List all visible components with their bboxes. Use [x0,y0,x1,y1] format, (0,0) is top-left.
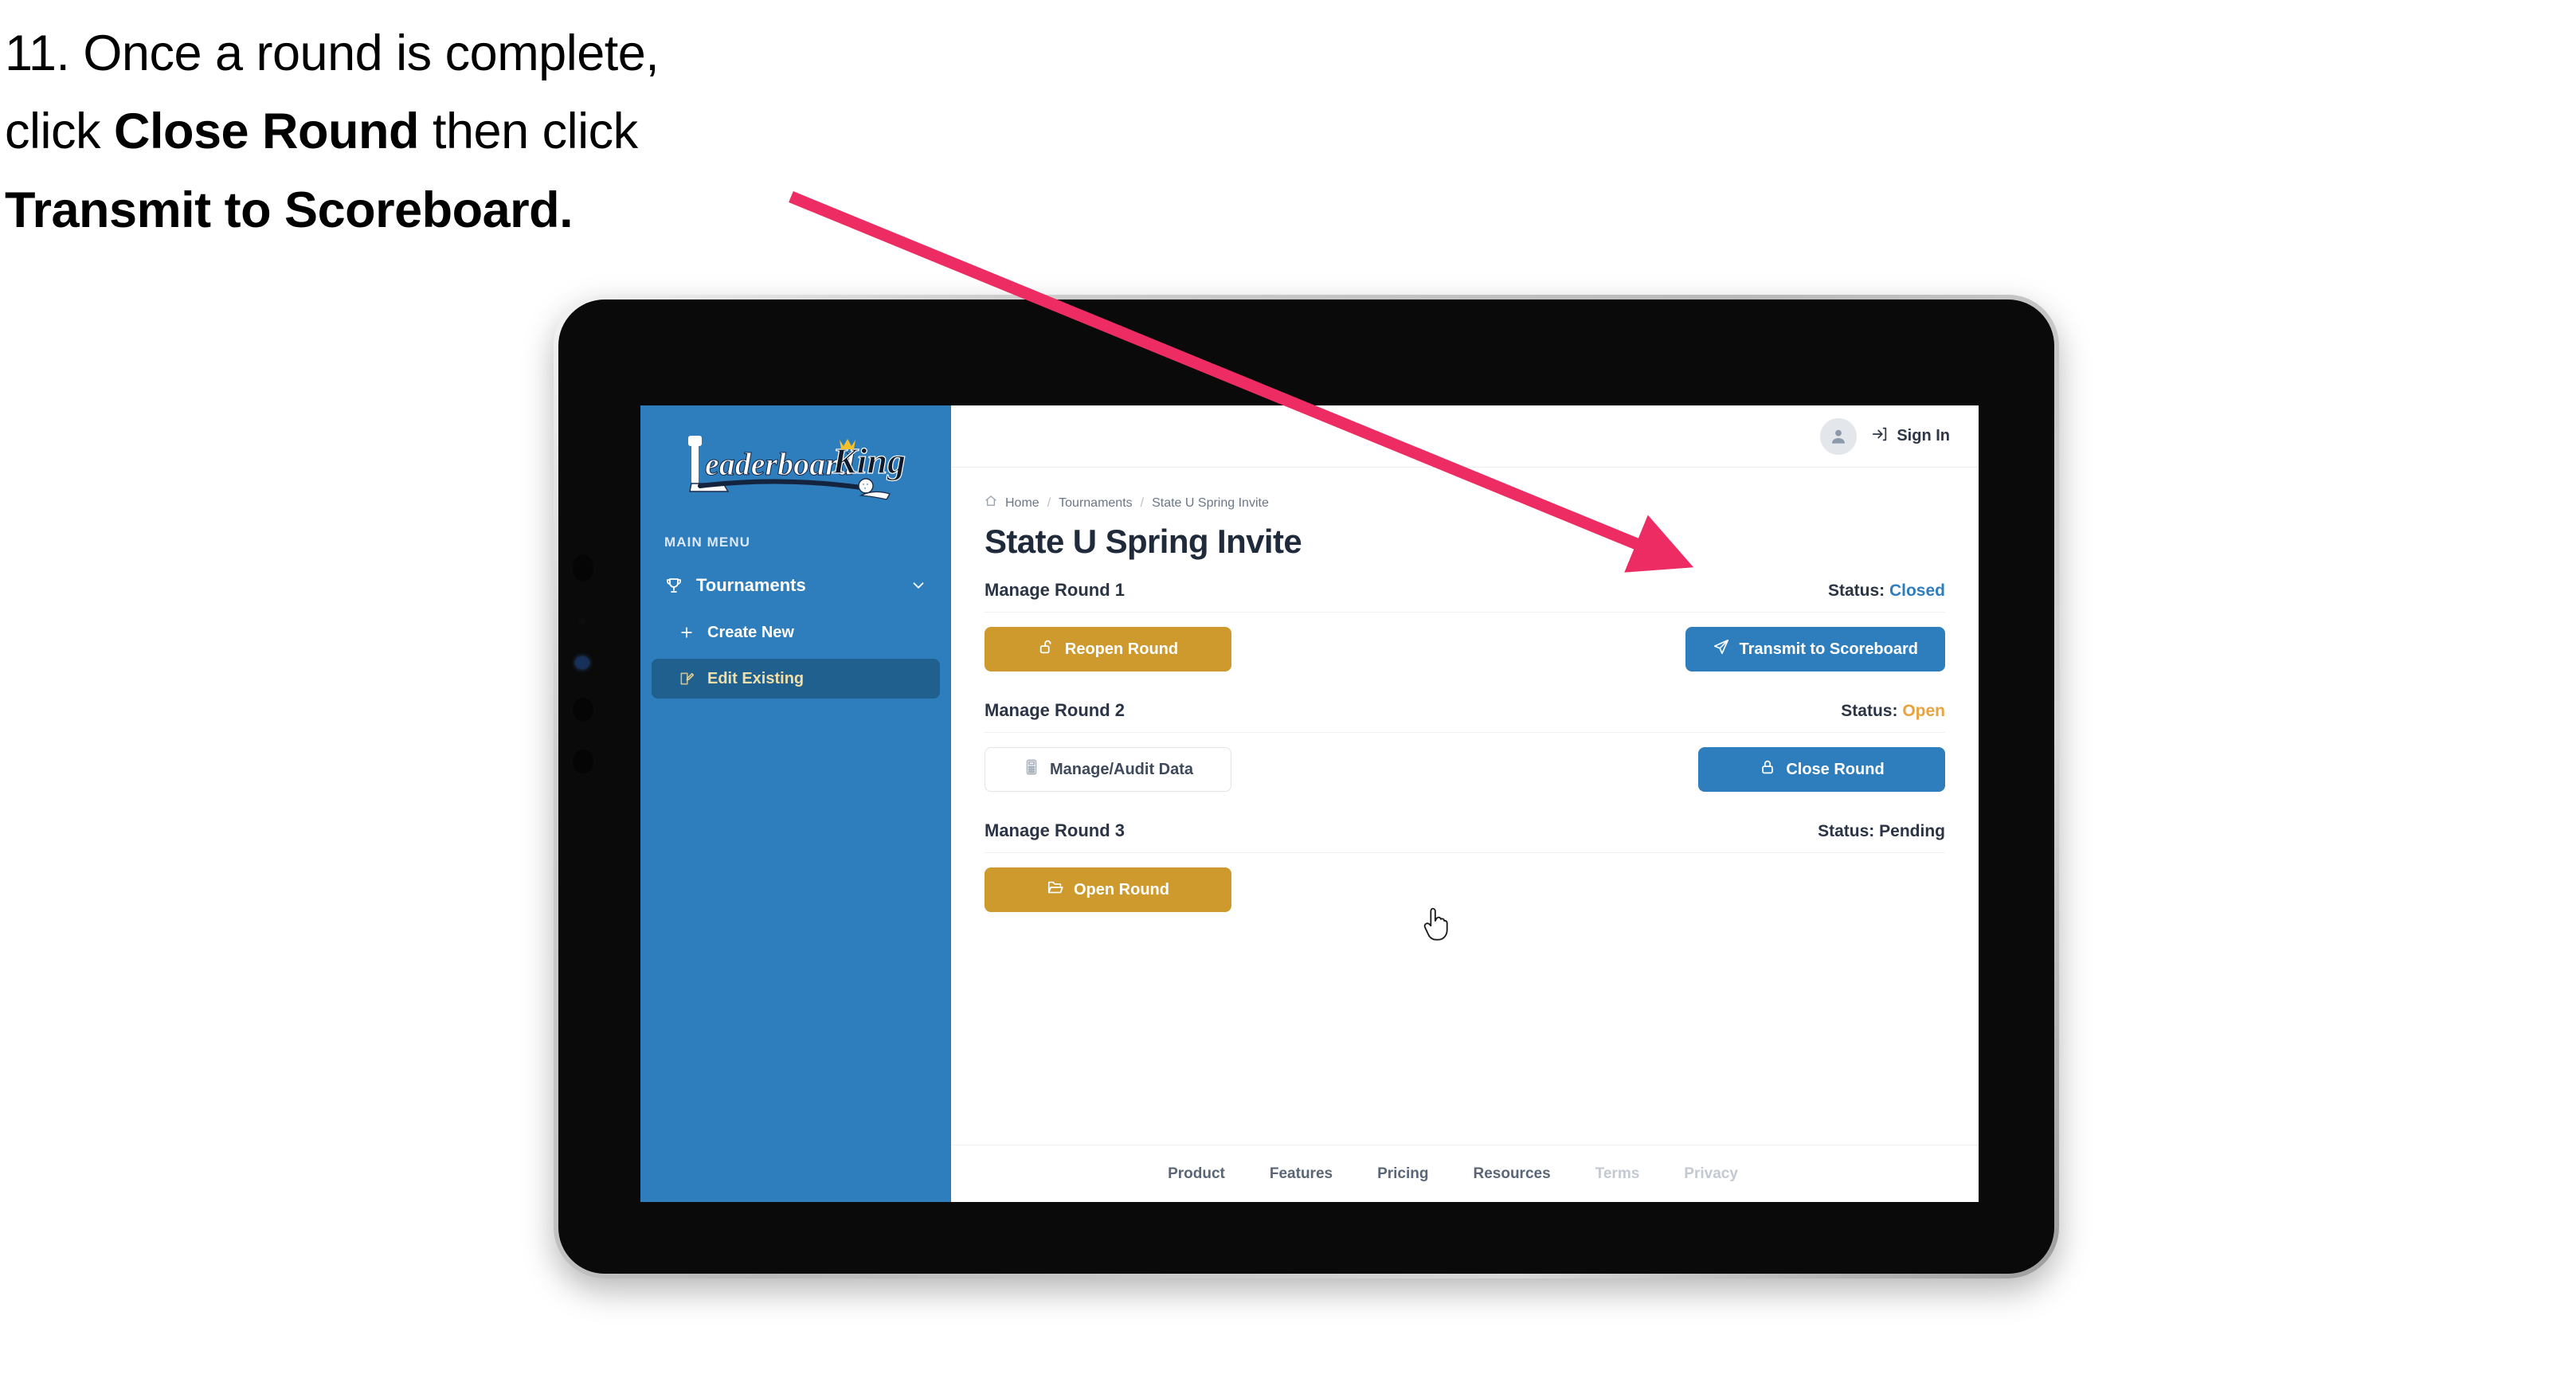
screenshot-root: 11. Once a round is complete, click Clos… [0,0,2576,1386]
footer-link-terms[interactable]: Terms [1595,1165,1640,1183]
round-actions-2: Manage/Audit Data Close Round [985,733,1945,792]
top-bar: Sign In [951,405,1979,468]
breadcrumb-item-tournaments[interactable]: Tournaments [1059,496,1133,511]
reopen-round-button[interactable]: Reopen Round [985,627,1231,671]
round-header-2: Manage Round 2 Status: Open [985,700,1945,733]
caption-line-1: 11. Once a round is complete, [5,14,897,92]
tablet-bezel: eaderboard King MAIN MENU Tournaments Cr… [558,300,2054,1274]
round-title-3: Manage Round 3 [985,820,1126,840]
sign-in-label: Sign In [1897,427,1950,444]
status-label-3: Status: [1818,822,1875,840]
status-badge-3: Status: Pending [1818,822,1945,841]
status-value-3: Pending [1879,822,1945,840]
footer-link-product[interactable]: Product [1168,1165,1225,1183]
reopen-round-label: Reopen Round [1064,640,1179,658]
status-label-2: Status: [1841,702,1898,720]
tablet-device-frame: eaderboard King MAIN MENU Tournaments Cr… [554,295,2059,1278]
manage-audit-data-label: Manage/Audit Data [1049,760,1194,778]
footer-link-privacy[interactable]: Privacy [1684,1165,1738,1183]
open-round-label: Open Round [1074,880,1169,899]
footer-link-pricing[interactable]: Pricing [1377,1165,1428,1183]
round-block-3: Manage Round 3 Status: Pending Open Roun… [985,820,1945,912]
status-badge-2: Status: Open [1841,702,1945,721]
sidebar-item-edit-existing-label: Edit Existing [707,669,805,687]
app-logo[interactable]: eaderboard King [640,423,951,517]
indicator-light-icon [575,656,589,669]
main-column: Sign In Home / Tournaments / State U Spr… [951,405,1979,1202]
footer: Product Features Pricing Resources Terms… [951,1145,1979,1202]
status-value-1: Closed [1889,581,1945,600]
status-label-1: Status: [1827,581,1885,600]
sidebar-item-edit-existing[interactable]: Edit Existing [652,659,940,699]
page-title: State U Spring Invite [985,523,1302,560]
breadcrumb-item-current: State U Spring Invite [1152,495,1269,510]
round-block-2: Manage Round 2 Status: Open Manage/Audit… [985,700,1945,792]
status-badge-1: Status: Closed [1828,581,1945,601]
sidebar-section-label: MAIN MENU [664,534,751,550]
speaker-dot-icon [573,698,593,722]
home-icon [985,495,997,511]
login-arrow-icon [1871,425,1889,448]
caption-line-2-bold: Close Round [114,104,420,160]
round-title-1: Manage Round 1 [985,580,1126,600]
camera-dot-icon [573,554,593,581]
breadcrumb: Home / Tournaments / State U Spring Invi… [985,495,1945,511]
sidebar-item-create-new[interactable]: Create New [652,613,940,652]
open-round-button[interactable]: Open Round [985,867,1231,912]
trophy-icon [664,576,688,595]
footer-link-features[interactable]: Features [1270,1165,1333,1183]
app-viewport: eaderboard King MAIN MENU Tournaments Cr… [640,405,1979,1202]
round-header-3: Manage Round 3 Status: Pending [985,820,1945,853]
round-title-2: Manage Round 2 [985,700,1126,720]
transmit-to-scoreboard-label: Transmit to Scoreboard [1739,640,1919,658]
caption-line-2: click Close Round then click [5,92,897,170]
round-actions-3: Open Round [985,853,1945,912]
lock-icon [1759,758,1776,781]
close-round-button[interactable]: Close Round [1698,747,1945,792]
calculator-icon [1023,758,1040,781]
chevron-down-icon[interactable] [910,577,927,594]
mic-dot-icon [573,750,593,773]
close-round-label: Close Round [1786,760,1885,778]
sidebar-item-create-new-label: Create New [707,623,794,641]
round-block-1: Manage Round 1 Status: Closed Reopen Rou… [985,580,1945,671]
plus-icon [679,624,701,640]
footer-link-resources[interactable]: Resources [1473,1165,1550,1183]
caption-line-2-pre: click [5,104,114,160]
user-avatar-icon [1832,429,1846,444]
breadcrumb-separator: / [1047,495,1051,510]
leaderboard-king-logo-icon: eaderboard King [688,436,906,500]
paper-plane-icon [1713,638,1730,660]
sidebar-item-tournaments[interactable]: Tournaments [652,565,940,606]
caption-line-1-text: 11. Once a round is complete, [5,25,660,81]
status-value-2: Open [1902,702,1945,720]
sensor-dot-icon [578,618,585,625]
content-area: Home / Tournaments / State U Spring Invi… [951,468,1979,1145]
transmit-to-scoreboard-button[interactable]: Transmit to Scoreboard [1685,627,1945,671]
sidebar: eaderboard King MAIN MENU Tournaments Cr… [640,405,951,1202]
edit-square-icon [679,671,701,687]
caption-line-3-bold: Transmit to Scoreboard. [5,182,574,238]
caption-line-3: Transmit to Scoreboard. [5,171,897,249]
sign-in-button[interactable]: Sign In [1871,425,1950,448]
round-header-1: Manage Round 1 Status: Closed [985,580,1945,613]
caption-line-2-post: then click [419,104,638,160]
avatar[interactable] [1820,417,1858,455]
open-folder-icon [1047,879,1064,901]
manage-audit-data-button[interactable]: Manage/Audit Data [985,747,1231,792]
sidebar-item-tournaments-label: Tournaments [696,575,806,595]
breadcrumb-item-home[interactable]: Home [1005,496,1039,511]
unlock-icon [1038,638,1055,660]
round-actions-1: Reopen Round Transmit to Scoreboard [985,613,1945,671]
instruction-caption: 11. Once a round is complete, click Clos… [5,14,897,249]
breadcrumb-separator: / [1140,495,1145,510]
